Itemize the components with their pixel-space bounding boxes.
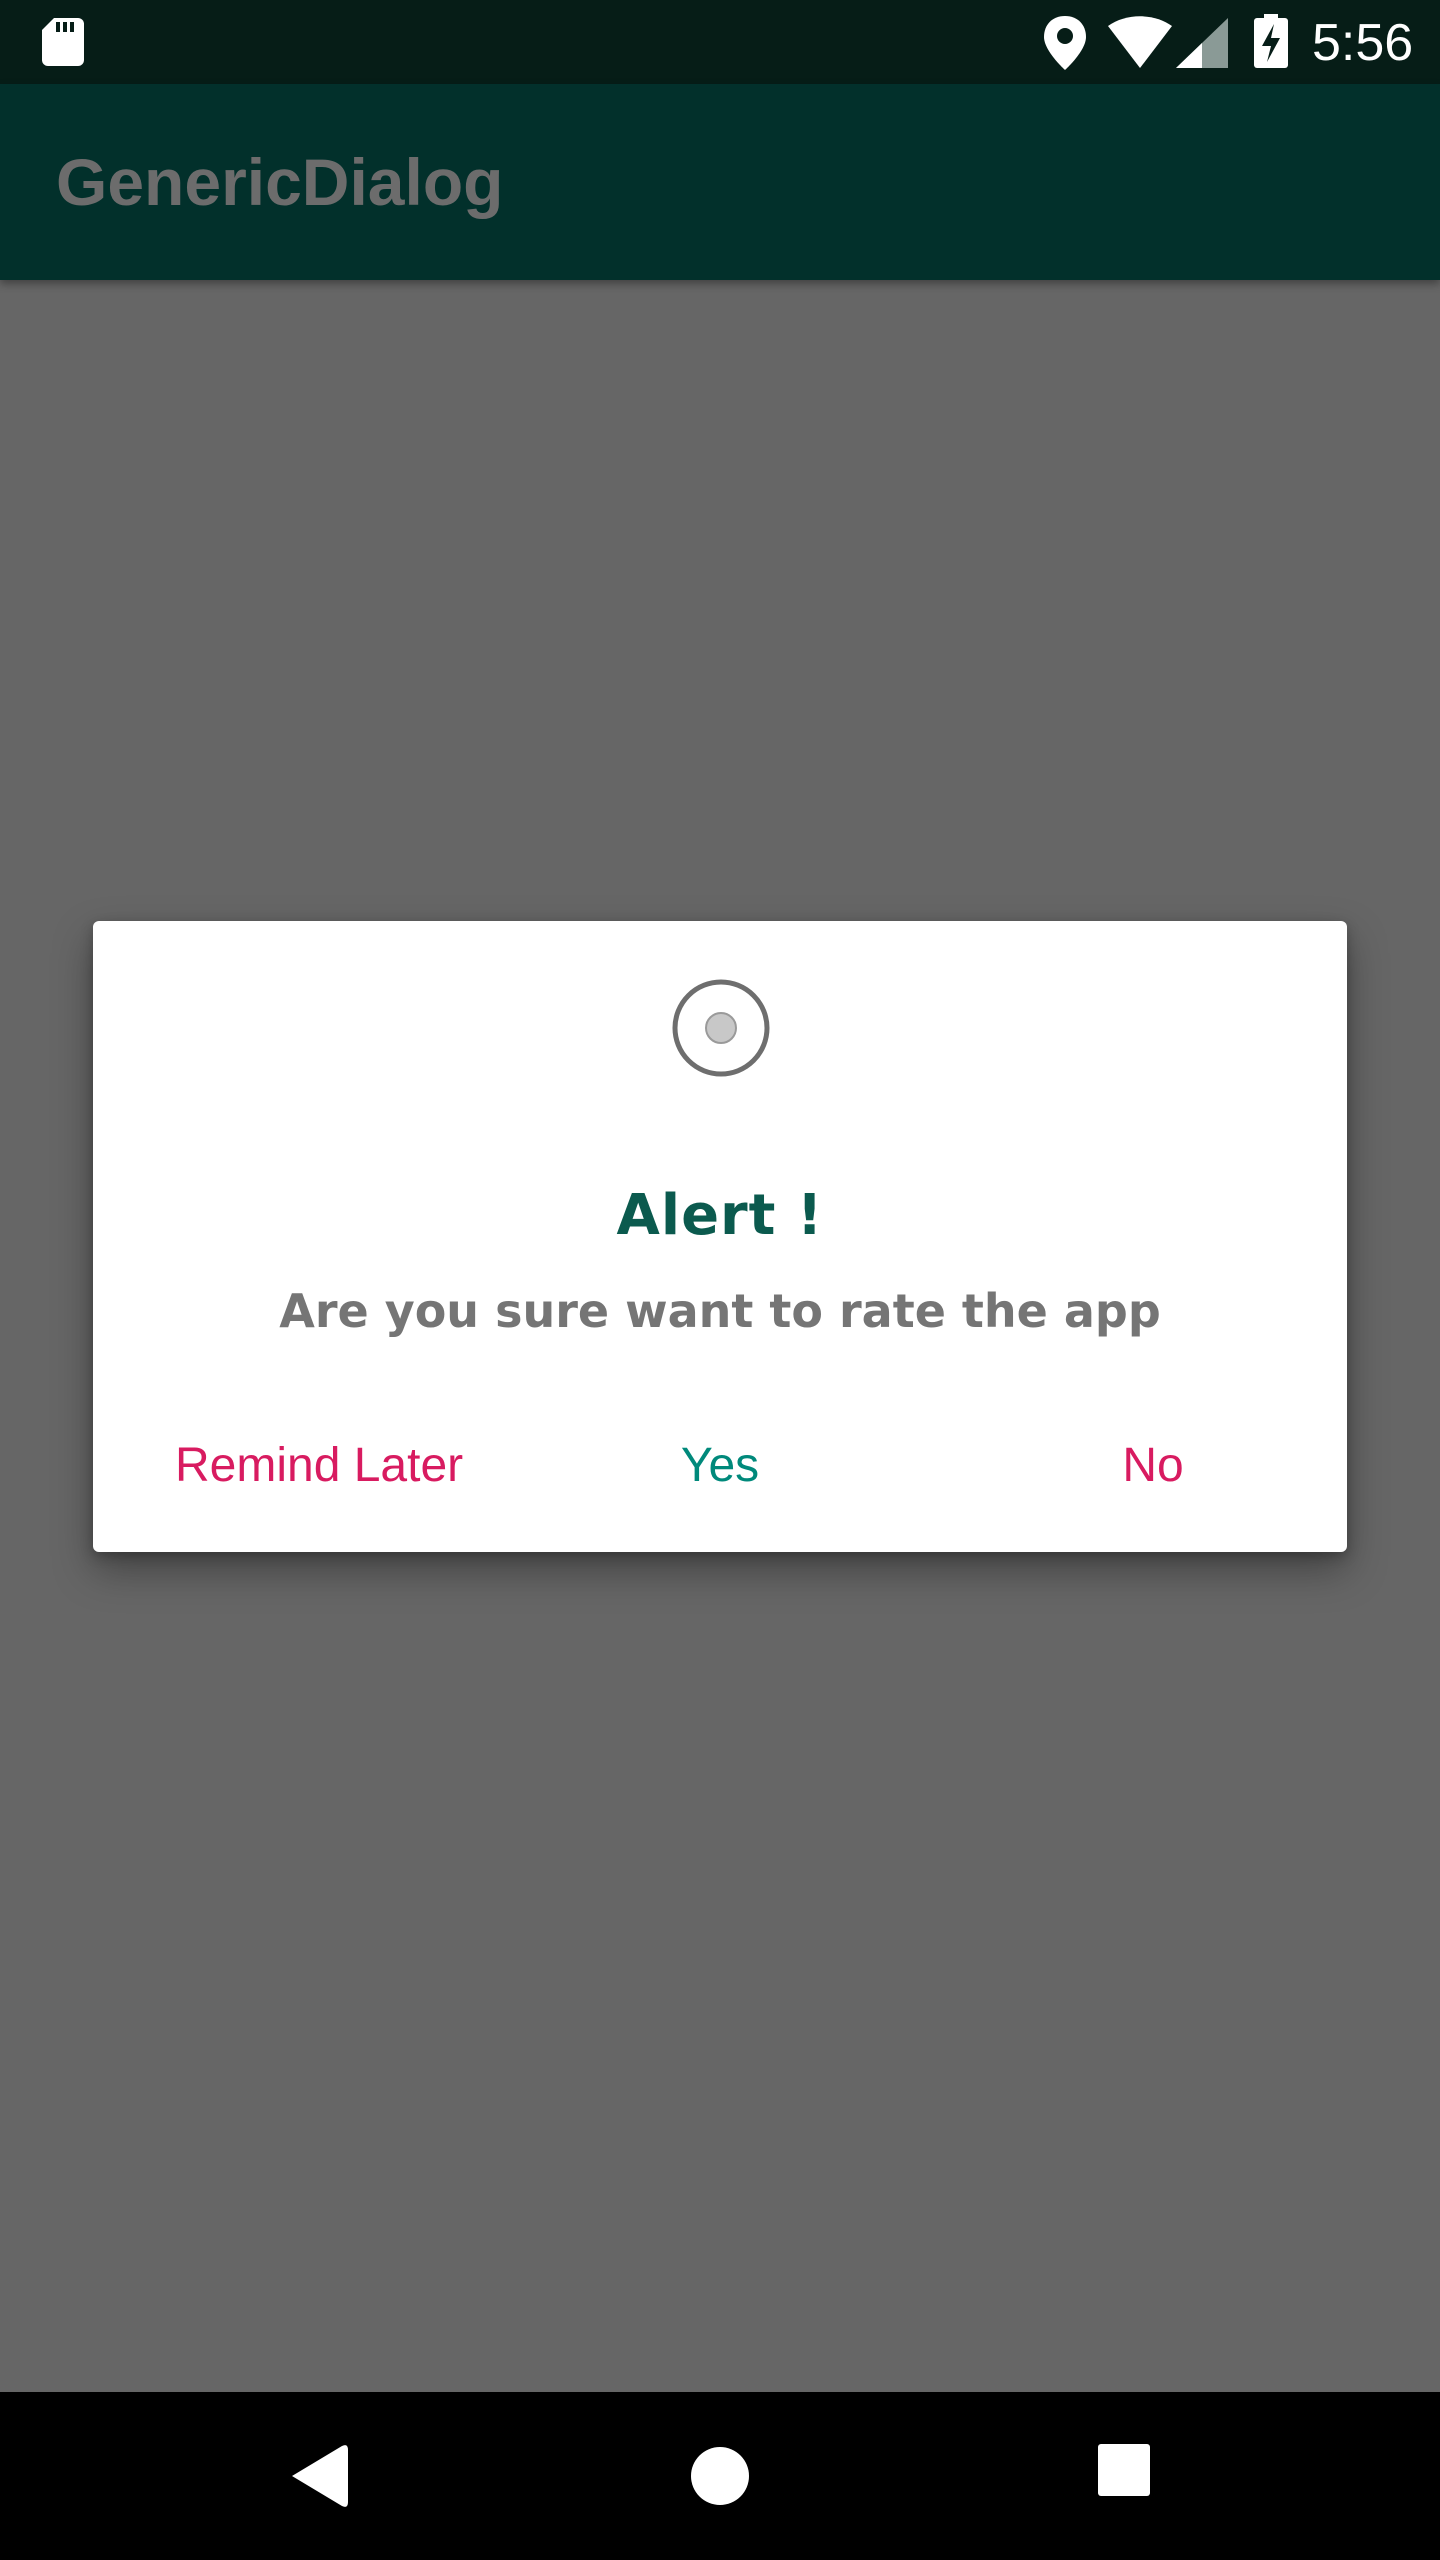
sd-card-icon: [42, 18, 84, 66]
radio-circle-icon: [672, 979, 770, 1077]
battery-charging-icon: [1254, 14, 1288, 68]
recents-icon[interactable]: [1082, 2436, 1162, 2516]
status-time: 5:56: [1312, 14, 1414, 72]
status-bar: 5:56: [0, 0, 1440, 84]
yes-button[interactable]: Yes: [620, 1421, 820, 1511]
signal-icon: [1176, 18, 1228, 68]
no-button[interactable]: No: [1053, 1421, 1253, 1511]
location-icon: [1044, 16, 1086, 70]
home-icon[interactable]: [686, 2436, 766, 2516]
app-bar: GenericDialog: [0, 84, 1440, 280]
back-icon[interactable]: [284, 2436, 364, 2516]
navigation-bar: [0, 2392, 1440, 2560]
wifi-icon: [1108, 16, 1172, 68]
remind-later-button[interactable]: Remind Later: [175, 1421, 475, 1511]
dialog-title: Alert !: [616, 1183, 824, 1248]
app-title: GenericDialog: [56, 145, 504, 219]
screen: 5:56 GenericDialog Alert ! Are you sure …: [0, 0, 1440, 2560]
dialog-message: Are you sure want to rate the app: [279, 1284, 1161, 1338]
alert-dialog: Alert ! Are you sure want to rate the ap…: [93, 921, 1347, 1552]
